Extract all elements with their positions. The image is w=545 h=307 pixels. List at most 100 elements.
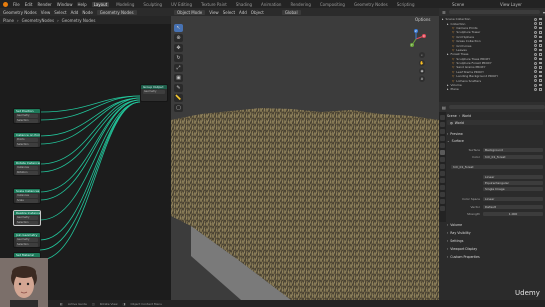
vp-menu-view[interactable]: View [209, 10, 219, 15]
field-value[interactable]: Background [483, 147, 543, 152]
field-value[interactable]: hdr_01_forest [483, 154, 543, 159]
workspace-tab-layout[interactable]: Layout [91, 1, 110, 7]
node-row[interactable]: Selection [16, 221, 38, 225]
visibility-eye-icon[interactable] [534, 39, 537, 43]
render-camera-icon[interactable] [539, 39, 542, 43]
menu-file[interactable]: File [13, 2, 20, 7]
camera-view-icon[interactable]: ◉ [419, 68, 425, 74]
visibility-eye-icon[interactable] [534, 48, 537, 52]
output-tab-icon[interactable] [440, 129, 445, 134]
grid-view-icon[interactable]: # [419, 76, 425, 82]
viewport-3d[interactable] [171, 16, 439, 300]
render-camera-icon[interactable] [539, 44, 542, 47]
section-ray-visibility[interactable]: › Ray Visibility [447, 230, 543, 235]
render-camera-icon[interactable] [539, 66, 542, 69]
visibility-eye-icon[interactable] [534, 61, 537, 65]
section-custom-properties[interactable]: › Custom Properties [447, 254, 543, 259]
properties-editor-icon[interactable]: ▤ [442, 105, 446, 110]
render-camera-icon[interactable] [539, 48, 542, 52]
node-row[interactable]: Selection [16, 119, 38, 123]
workspace-tab-uv-editing[interactable]: UV Editing [169, 2, 194, 7]
render-camera-icon[interactable] [539, 88, 542, 91]
graph-node[interactable]: Join Geometry Geometry Selection [13, 232, 41, 248]
field-value[interactable]: Default [483, 204, 543, 209]
workspace-tab-modeling[interactable]: Modeling [114, 2, 136, 7]
field-value[interactable]: Linear [483, 174, 543, 179]
node-row[interactable]: Instances [16, 166, 38, 170]
tool-tab-icon[interactable] [440, 115, 445, 120]
section-settings[interactable]: › Settings [447, 238, 543, 243]
constraints-tab-icon[interactable] [440, 185, 445, 190]
graph-node[interactable]: Rotate Instances Instances Rotation [13, 160, 41, 176]
render-camera-icon[interactable] [539, 57, 542, 60]
transform-tool-icon[interactable]: ▣ [174, 74, 183, 82]
node-row[interactable]: Points [16, 138, 38, 142]
image-datablock[interactable]: hdr_01_forest [451, 164, 543, 169]
visibility-eye-icon[interactable] [534, 52, 537, 56]
node-row[interactable]: Selection [16, 143, 38, 147]
node-row[interactable]: Rotation [16, 171, 38, 175]
render-camera-icon[interactable] [539, 61, 542, 65]
visibility-eye-icon[interactable] [534, 26, 537, 30]
zoom-icon[interactable]: ⌕ [419, 52, 425, 58]
pan-hand-icon[interactable]: ✋ [419, 60, 425, 66]
view-layer-selector[interactable]: View Layer [500, 2, 522, 7]
source-field[interactable]: Single Image [447, 186, 543, 191]
visibility-eye-icon[interactable] [534, 87, 537, 91]
node-row[interactable]: Instances [16, 194, 38, 198]
ne-menu-add[interactable]: Add [71, 10, 79, 15]
menu-help[interactable]: Help [77, 2, 86, 7]
scene-selector[interactable]: Scene [452, 2, 464, 7]
render-camera-icon[interactable] [539, 31, 542, 34]
mode-selector[interactable]: Object Mode [174, 9, 206, 15]
workspace-tab-animation[interactable]: Animation [259, 2, 283, 7]
render-camera-icon[interactable] [539, 79, 542, 82]
select-tool-icon[interactable]: ↖ [174, 24, 183, 32]
physics-tab-icon[interactable] [440, 178, 445, 183]
workspace-tab-scripting[interactable]: Scripting [395, 2, 417, 7]
scene-tab-icon[interactable] [440, 143, 445, 148]
annotate-tool-icon[interactable]: ✎ [174, 84, 183, 92]
navigation-gizmo-icon[interactable]: X Y Z [405, 28, 427, 50]
editor-type-selector[interactable]: Geometry Nodes [3, 10, 37, 15]
viewport-options[interactable]: Options [415, 17, 430, 22]
menu-window[interactable]: Window [57, 2, 73, 7]
properties-search-input[interactable] [448, 105, 545, 109]
render-camera-icon[interactable] [539, 75, 542, 78]
texture-tab-icon[interactable] [440, 206, 445, 211]
field-value[interactable]: 1.000 [483, 211, 543, 216]
visibility-eye-icon[interactable] [534, 44, 537, 48]
section-surface[interactable]: ⌄ Surface [447, 138, 543, 143]
modifier-selector[interactable]: Geometry Nodes [96, 9, 137, 15]
scale-tool-icon[interactable]: ⤢ [174, 64, 183, 72]
particles-tab-icon[interactable] [440, 171, 445, 176]
node-row[interactable]: Geometry [16, 216, 38, 220]
cursor-tool-icon[interactable]: ⊕ [174, 34, 183, 42]
group-output-node[interactable]: Group Output Geometry [140, 84, 168, 102]
workspace-tab-shading[interactable]: Shading [234, 2, 254, 7]
move-tool-icon[interactable]: ✥ [174, 44, 183, 52]
render-camera-icon[interactable] [539, 53, 542, 56]
workspace-tab-geometry-nodes[interactable]: Geometry Nodes [352, 2, 390, 7]
visibility-eye-icon[interactable] [534, 70, 537, 74]
interpolation-field[interactable]: Linear [447, 174, 543, 179]
outliner-row[interactable]: ▸ Plane [439, 87, 545, 91]
context-scene[interactable]: Scene [447, 114, 457, 118]
visibility-eye-icon[interactable] [534, 35, 537, 39]
node-row[interactable]: Geometry [16, 238, 38, 242]
blender-logo-icon[interactable] [3, 1, 8, 7]
graph-node[interactable]: Set Position Geometry Selection [13, 108, 41, 124]
render-camera-icon[interactable] [539, 18, 542, 21]
context-world[interactable]: World [462, 114, 471, 118]
section-viewport-display[interactable]: › Viewport Display [447, 246, 543, 251]
visibility-eye-icon[interactable] [534, 65, 537, 69]
color-field[interactable]: Color hdr_01_forest [447, 154, 543, 159]
surface-field[interactable]: Surface Background [447, 147, 543, 152]
ne-menu-select[interactable]: Select [54, 10, 66, 15]
modifier-tab-icon[interactable] [440, 164, 445, 169]
render-camera-icon[interactable] [539, 26, 542, 30]
visibility-eye-icon[interactable] [534, 30, 537, 34]
node-row[interactable]: Selection [16, 243, 38, 247]
field-value[interactable]: Linear [483, 196, 543, 201]
outliner-search-input[interactable] [448, 10, 540, 14]
